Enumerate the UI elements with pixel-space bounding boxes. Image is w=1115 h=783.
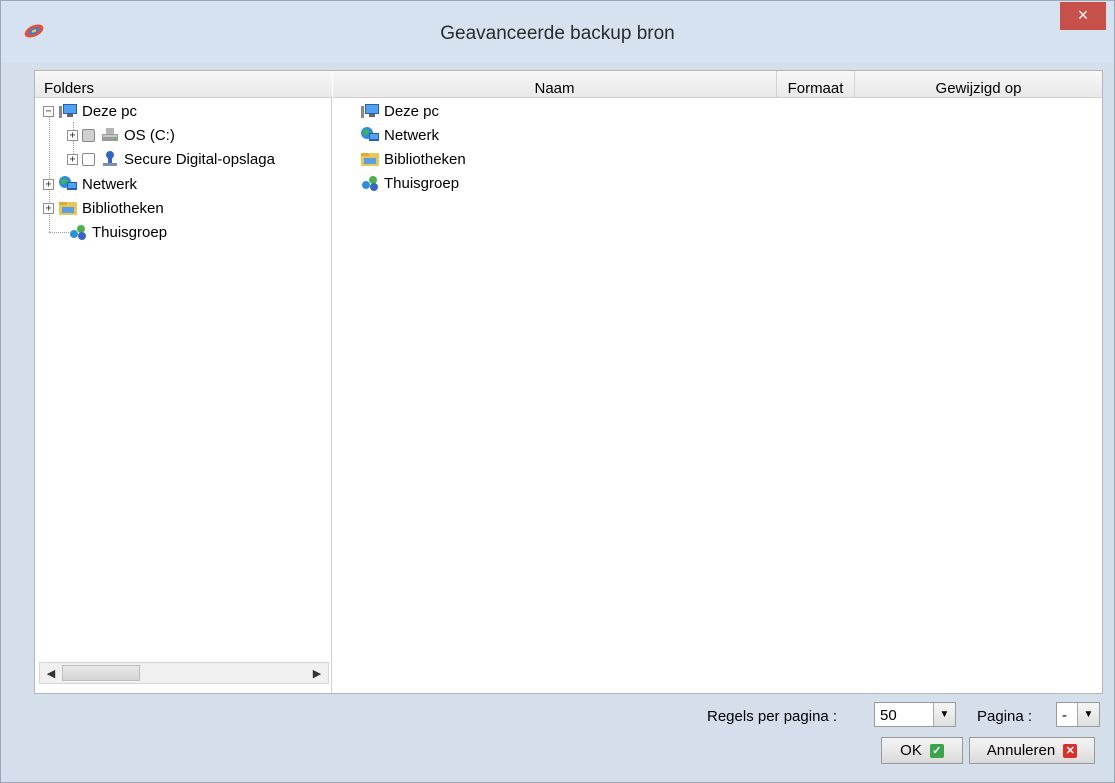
tree-item-label: Netwerk [82,175,138,193]
list-item-name: Bibliotheken [384,150,466,168]
column-headers: Naam Formaat Gewijzigd op [333,71,1102,98]
check-icon: ✓ [929,743,944,758]
list-item[interactable]: Netwerk [360,123,439,147]
folder-tree[interactable]: − Deze pc + OS (C:) + Secure Digital-ops… [35,100,331,660]
tree-item-bibliotheken[interactable]: + Bibliotheken [43,197,164,219]
folders-header: Folders [35,71,332,98]
expand-toggle-icon[interactable]: + [43,178,54,190]
scrollbar-thumb[interactable] [62,665,140,681]
column-header-naam[interactable]: Naam [333,71,776,98]
tree-item-deze-pc[interactable]: − Deze pc [43,100,137,122]
dialog-window: Geavanceerde backup bron × Folders − Dez… [0,0,1115,783]
homegroup-icon [362,176,378,191]
file-list-pane: Naam Formaat Gewijzigd op Deze pc Netwer… [333,71,1102,693]
folders-pane: Folders − Deze pc + OS (C:) + Secure Dig… [35,71,332,693]
page-value: - [1062,707,1067,724]
chevron-down-icon[interactable]: ▼ [933,703,955,726]
rows-per-page-label: Regels per pagina : [707,708,838,725]
removable-storage-icon [103,151,117,166]
tree-item-checkbox[interactable] [82,152,95,166]
list-item-name: Deze pc [384,102,440,120]
page-select[interactable]: - ▼ [1056,702,1100,727]
tree-item-checkbox[interactable] [82,128,95,142]
computer-icon [59,104,77,118]
network-icon [59,176,77,190]
computer-icon [361,104,379,118]
libraries-icon [59,202,77,215]
tree-guide-line [49,232,69,233]
ok-button[interactable]: OK ✓ [881,737,963,764]
tree-item-thuisgroep[interactable]: Thuisgroep [68,221,167,243]
close-button[interactable]: × [1060,2,1106,30]
cross-icon: ✕ [1063,743,1078,758]
cancel-button-label: Annuleren [986,742,1056,759]
browser-panel: Folders − Deze pc + OS (C:) + Secure Dig… [34,70,1103,694]
pager-bar: Regels per pagina : 50 ▼ Pagina : - ▼ [1,702,1114,732]
tree-item-label: Secure Digital-opslaga [124,150,275,168]
ok-button-label: OK [900,742,922,759]
collapse-toggle-icon[interactable]: − [43,105,54,117]
list-item-name: Thuisgroep [384,174,460,192]
tree-item-label: OS (C:) [124,126,175,144]
list-item[interactable]: Bibliotheken [360,147,466,171]
title-bar[interactable]: Geavanceerde backup bron × [1,1,1114,63]
network-icon [361,127,379,141]
chevron-down-icon[interactable]: ▼ [1077,703,1099,726]
expand-toggle-icon[interactable]: + [67,153,78,165]
list-item-name: Netwerk [384,126,440,144]
rows-per-page-select[interactable]: 50 ▼ [874,702,956,727]
scroll-left-arrow-icon[interactable]: ◀ [43,666,59,682]
tree-item-label: Thuisgroep [92,223,168,241]
homegroup-icon [70,225,86,240]
libraries-icon [361,153,379,166]
tree-item-os-c[interactable]: + OS (C:) [67,124,175,146]
cancel-button[interactable]: Annuleren ✕ [969,737,1095,764]
drive-icon [102,128,118,141]
tree-item-label: Bibliotheken [82,199,164,217]
page-label: Pagina : [977,708,1033,725]
expand-toggle-icon[interactable]: + [43,202,54,214]
tree-item-secure-digital[interactable]: + Secure Digital-opslaga [67,148,275,170]
tree-item-netwerk[interactable]: + Netwerk [43,173,137,195]
column-header-formaat[interactable]: Formaat [776,71,854,98]
list-item[interactable]: Thuisgroep [360,171,459,195]
scroll-right-arrow-icon[interactable]: ▶ [309,666,325,682]
column-header-gewijzigd-op[interactable]: Gewijzigd op [854,71,1102,98]
window-title: Geavanceerde backup bron [440,23,675,44]
horizontal-scrollbar[interactable]: ◀ ▶ [39,662,329,684]
tree-item-label: Deze pc [82,102,138,120]
rows-per-page-value: 50 [880,707,897,724]
list-item[interactable]: Deze pc [360,99,439,123]
expand-toggle-icon[interactable]: + [67,129,78,141]
